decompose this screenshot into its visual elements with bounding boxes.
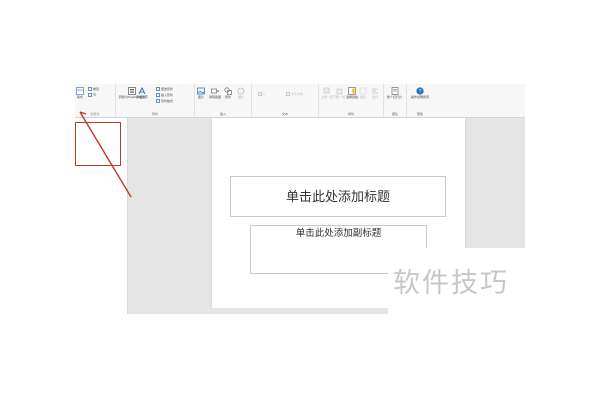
screenshot-button[interactable]: 屏幕截图 xyxy=(209,87,221,99)
ribbon-group-slides: 版式 重置 节 幻灯片 xyxy=(75,84,116,117)
add-text-button[interactable]: 添加文字 xyxy=(136,87,148,99)
group-label-slides: 幻灯片 xyxy=(90,112,100,116)
reset-label: 重置 xyxy=(93,87,100,91)
group-label-arrange: 排列 xyxy=(347,112,354,116)
align-icon xyxy=(372,88,378,94)
insert-shape-icon xyxy=(156,93,160,97)
send-backward-label: 下移一层 xyxy=(333,95,346,99)
format-shape-button[interactable]: 形状格式 xyxy=(156,99,173,103)
send-backward-button[interactable]: 下移一层 xyxy=(333,87,345,99)
send-backward-icon xyxy=(336,88,343,95)
selection-pane-icon xyxy=(348,87,356,95)
slide-thumbnail-selected[interactable] xyxy=(75,122,121,166)
group-label-insert: 插入 xyxy=(219,112,226,116)
layout-icon xyxy=(76,87,84,95)
text-direction-icon xyxy=(286,92,290,96)
ribbon-group-help: ? 操作说明搜索 帮助 xyxy=(407,84,433,117)
ribbon-group-text: A 文字方向 文本 xyxy=(252,84,319,117)
ribbon-group-insert: 图片 屏幕截图 形状 图标 插入 xyxy=(195,84,252,117)
team-icon xyxy=(391,87,398,95)
group-button[interactable]: 组合 xyxy=(359,87,367,99)
align-button[interactable]: 对齐 xyxy=(371,87,379,99)
selection-pane-button[interactable]: 选择窗格 xyxy=(346,87,358,99)
reset-button[interactable]: 重置 xyxy=(88,87,99,91)
section-label: 节 xyxy=(93,93,97,97)
picture-icon xyxy=(197,87,205,95)
group-label-help: 帮助 xyxy=(416,112,423,116)
group-label-text: 文本 xyxy=(281,112,288,116)
bring-forward-icon xyxy=(323,87,330,94)
ribbon-group-team: 整个幻灯片 团队 xyxy=(384,84,407,117)
group-label-team: 团队 xyxy=(391,112,398,116)
align-label: 对齐 xyxy=(371,95,378,99)
layout-label: 版式 xyxy=(76,95,83,99)
change-shape-button[interactable]: 更改形状 xyxy=(156,87,173,91)
help-label: 操作说明搜索 xyxy=(411,95,430,99)
group-label: 组合 xyxy=(359,95,366,99)
team-label: 整个幻灯片 xyxy=(387,95,403,99)
icons-button[interactable]: 图标 xyxy=(237,87,245,99)
help-icon: ? xyxy=(416,87,424,95)
screenshot-label: 屏幕截图 xyxy=(209,95,222,99)
shape-icon xyxy=(156,87,160,91)
slide-thumbnails-pane xyxy=(75,118,128,314)
section-icon xyxy=(88,93,92,97)
format-shape-label: 形状格式 xyxy=(161,99,174,103)
bring-forward-button[interactable]: 上移一层 xyxy=(321,87,333,99)
help-button[interactable]: ? 操作说明搜索 xyxy=(411,87,429,99)
font-icon xyxy=(258,92,262,96)
group-label-shape: 形状 xyxy=(151,112,158,116)
text-icon xyxy=(138,87,146,95)
text-direction-label: 文字方向 xyxy=(291,92,304,96)
ribbon-group-shape: 转换为SmartArt图形 添加文字 更改形状 插入形状 形状格式 形状 xyxy=(116,84,195,117)
change-shape-label: 更改形状 xyxy=(161,87,174,91)
insert-shape-label: 插入形状 xyxy=(161,93,174,97)
shapes-label: 形状 xyxy=(224,95,231,99)
icon-icon xyxy=(237,87,245,95)
section-button[interactable]: 节 xyxy=(88,93,96,97)
format-shape-icon xyxy=(156,99,160,103)
picture-label: 图片 xyxy=(197,95,204,99)
selection-pane-label: 选择窗格 xyxy=(346,95,359,99)
title-placeholder[interactable]: 单击此处添加标题 xyxy=(230,176,446,217)
group-icon xyxy=(359,87,367,95)
font-label: A xyxy=(263,92,266,96)
watermark: 软件技巧 xyxy=(393,268,509,299)
shapes-icon xyxy=(224,87,232,95)
layout-button[interactable]: 版式 xyxy=(76,87,84,99)
reset-icon xyxy=(88,87,92,91)
picture-button[interactable]: 图片 xyxy=(197,87,205,99)
text-direction-button[interactable]: 文字方向 xyxy=(286,92,303,96)
bring-forward-label: 上移一层 xyxy=(321,95,334,99)
insert-shape-button[interactable]: 插入形状 xyxy=(156,93,173,97)
ribbon-group-arrange: 上移一层 下移一层 选择窗格 组合 对齐 排列 xyxy=(319,84,384,117)
icons-label: 图标 xyxy=(237,95,244,99)
screenshot-icon xyxy=(211,88,219,94)
shapes-button[interactable]: 形状 xyxy=(224,87,232,99)
add-text-label: 添加文字 xyxy=(136,95,149,99)
team-button[interactable]: 整个幻灯片 xyxy=(387,87,402,99)
ribbon: 版式 重置 节 幻灯片 转换为SmartArt图形 添加文字 更改形状 插入形状… xyxy=(75,84,525,118)
font-button[interactable]: A xyxy=(258,92,265,96)
